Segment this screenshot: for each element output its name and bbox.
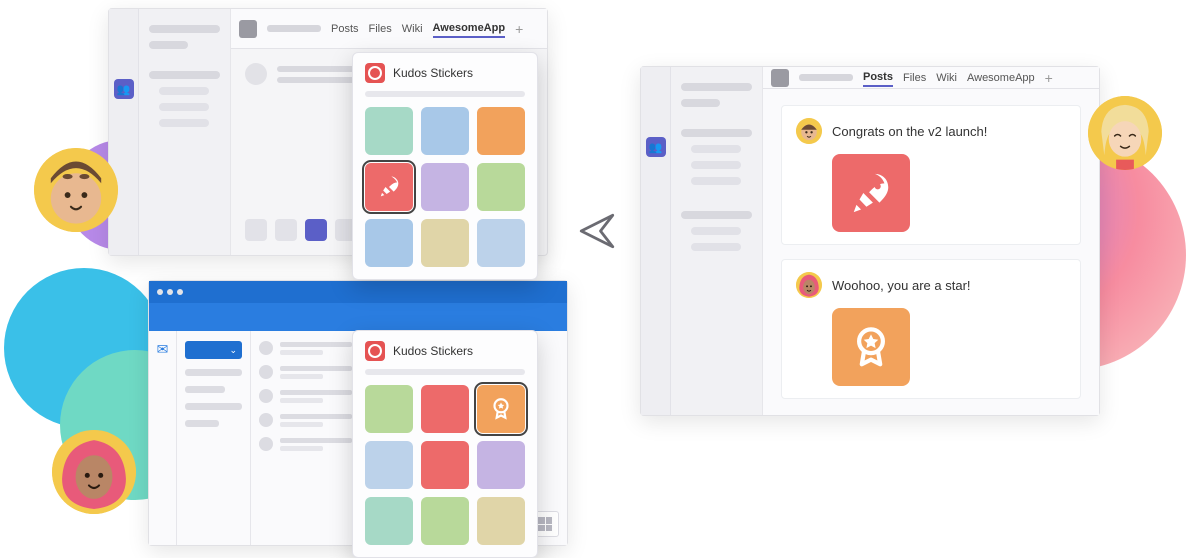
mail-item[interactable] <box>259 365 352 379</box>
tab-awesomeapp[interactable]: AwesomeApp <box>967 70 1035 86</box>
mail-item[interactable] <box>259 413 352 427</box>
new-mail-button[interactable]: ⌄ <box>185 341 242 359</box>
mail-item[interactable] <box>259 437 352 451</box>
compose-action[interactable] <box>245 219 267 241</box>
add-tab-button[interactable]: + <box>1045 70 1053 86</box>
post-sticker-rocket <box>832 154 910 232</box>
sticker-option[interactable] <box>477 441 525 489</box>
channel-tabs: Posts Files Wiki AwesomeApp + <box>763 67 1099 89</box>
award-ribbon-icon <box>848 324 894 370</box>
kudos-app-icon <box>365 341 385 361</box>
sticker-popover: Kudos Stickers <box>352 330 538 558</box>
apps-grid-button[interactable] <box>538 517 552 531</box>
rail-teams-icon[interactable]: 👥 <box>646 137 666 157</box>
post-message: Congrats on the v2 launch! <box>832 124 987 139</box>
sticker-option[interactable] <box>365 441 413 489</box>
placeholder <box>681 211 752 219</box>
placeholder <box>691 177 741 185</box>
placeholder <box>149 25 220 33</box>
persona-avatar-2 <box>52 430 136 514</box>
tab-awesomeapp[interactable]: AwesomeApp <box>433 20 506 38</box>
post-author-avatar <box>796 272 822 298</box>
sticker-option[interactable] <box>477 219 525 267</box>
tab-posts[interactable]: Posts <box>331 21 359 37</box>
compose-action[interactable] <box>275 219 297 241</box>
award-ribbon-icon <box>488 396 514 422</box>
sticker-option[interactable] <box>477 163 525 211</box>
sticker-option[interactable] <box>421 441 469 489</box>
sticker-option[interactable] <box>365 219 413 267</box>
channel-list <box>671 67 763 415</box>
add-tab-button[interactable]: + <box>515 21 523 37</box>
app-rail: 👥 <box>109 9 139 255</box>
placeholder <box>149 71 220 79</box>
placeholder <box>691 161 741 169</box>
channel-post: Woohoo, you are a star! <box>781 259 1081 399</box>
outlook-folder-nav: ⌄ <box>177 331 251 545</box>
compose-action-stickers[interactable] <box>305 219 327 241</box>
sticker-search-placeholder[interactable] <box>365 369 525 375</box>
channel-avatar-placeholder <box>771 69 789 87</box>
teams-window-result: 👥 Posts Files Wiki AwesomeApp + <box>640 66 1100 416</box>
persona-avatar-3 <box>1088 96 1162 170</box>
channel-post: Congrats on the v2 launch! <box>781 105 1081 245</box>
kudos-app-icon <box>365 63 385 83</box>
tab-posts[interactable]: Posts <box>863 69 893 87</box>
rocket-icon <box>375 173 403 201</box>
send-arrow-icon <box>576 210 618 257</box>
sticker-option[interactable] <box>421 385 469 433</box>
tab-files[interactable]: Files <box>369 21 392 37</box>
sticker-option[interactable] <box>421 163 469 211</box>
rocket-icon <box>848 170 894 216</box>
placeholder <box>691 145 741 153</box>
sticker-option[interactable] <box>365 497 413 545</box>
mail-list <box>251 331 361 545</box>
persona-avatar-1 <box>34 148 118 232</box>
mail-icon[interactable]: ✉ <box>157 341 169 545</box>
mail-item[interactable] <box>259 341 352 355</box>
sticker-option[interactable] <box>421 497 469 545</box>
sticker-search-placeholder[interactable] <box>365 91 525 97</box>
channel-list <box>139 9 231 255</box>
app-rail: 👥 <box>641 67 671 415</box>
outlook-rail: ✉ <box>149 331 177 545</box>
sticker-option[interactable] <box>365 107 413 155</box>
popover-title: Kudos Stickers <box>393 66 473 80</box>
sticker-option[interactable] <box>477 107 525 155</box>
placeholder <box>681 99 720 107</box>
sticker-option-award[interactable] <box>477 385 525 433</box>
placeholder <box>159 119 209 127</box>
tab-files[interactable]: Files <box>903 70 926 86</box>
channel-name-placeholder <box>267 25 321 32</box>
placeholder <box>691 243 741 251</box>
post-author-avatar <box>796 118 822 144</box>
placeholder <box>681 83 752 91</box>
channel-avatar-placeholder <box>239 20 257 38</box>
mail-item[interactable] <box>259 389 352 403</box>
placeholder <box>159 87 209 95</box>
popover-title: Kudos Stickers <box>393 344 473 358</box>
rail-teams-icon[interactable]: 👥 <box>114 79 134 99</box>
sticker-option[interactable] <box>365 385 413 433</box>
sticker-option[interactable] <box>421 219 469 267</box>
placeholder <box>149 41 188 49</box>
placeholder <box>681 129 752 137</box>
sticker-option[interactable] <box>421 107 469 155</box>
post-message: Woohoo, you are a star! <box>832 278 971 293</box>
channel-name-placeholder <box>799 74 853 81</box>
post-sticker-award <box>832 308 910 386</box>
placeholder <box>691 227 741 235</box>
sticker-popover: Kudos Stickers <box>352 52 538 280</box>
window-titlebar <box>149 281 567 303</box>
tab-wiki[interactable]: Wiki <box>936 70 957 86</box>
placeholder <box>159 103 209 111</box>
tab-wiki[interactable]: Wiki <box>402 21 423 37</box>
sticker-option[interactable] <box>477 497 525 545</box>
channel-tabs: Posts Files Wiki AwesomeApp + <box>231 9 547 49</box>
outlook-ribbon <box>149 303 567 331</box>
sticker-option-rocket[interactable] <box>365 163 413 211</box>
